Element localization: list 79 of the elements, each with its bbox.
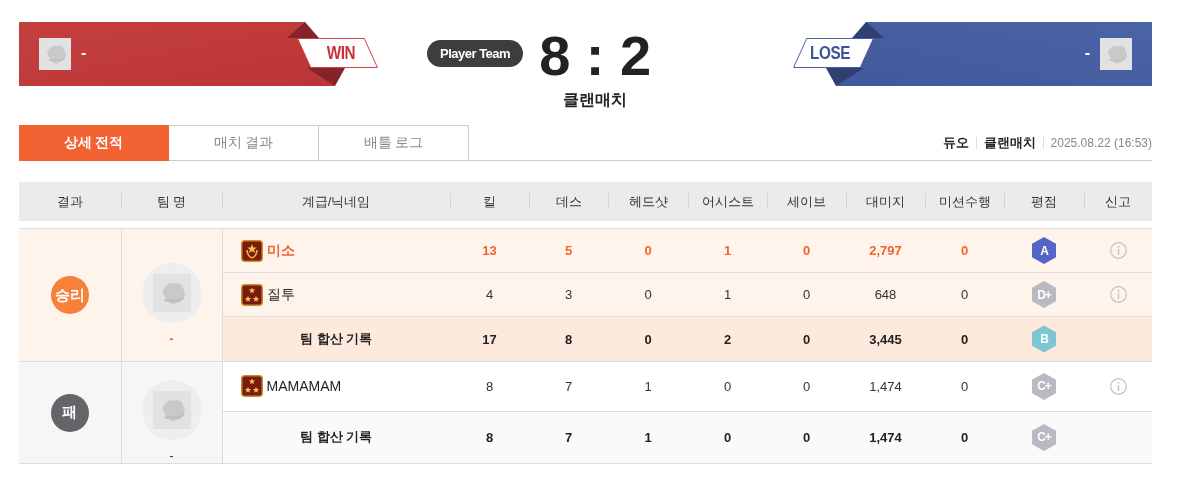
column-header: 계급/닉네임 <box>301 193 371 209</box>
tab[interactable]: 배틀 로그 <box>319 125 469 161</box>
table-cell: 3,445 <box>869 331 902 347</box>
match-date: 2025.08.22 (16:53) <box>1050 135 1152 150</box>
outcome-ribbon: LOSE <box>793 38 874 68</box>
table-cell: 0 <box>802 429 811 445</box>
team-emblem-icon <box>39 38 71 70</box>
info-icon[interactable] <box>1109 377 1127 395</box>
match-mode: 클랜매치 <box>563 90 628 110</box>
player-nickname[interactable]: 질투 <box>266 285 295 304</box>
column-header: 데스 <box>555 193 582 209</box>
match-score: 8 : 2 <box>539 28 652 84</box>
table-cell: 0 <box>802 243 811 258</box>
table-cell: 0 <box>723 378 732 394</box>
table-cell: 8 <box>485 429 494 445</box>
team-emblem-icon <box>1100 38 1132 70</box>
table-cell: 0 <box>960 287 969 302</box>
player-nickname[interactable]: MAMAMAM <box>266 378 342 395</box>
table-cell: 8 <box>485 378 494 394</box>
column-header: 킬 <box>483 193 496 209</box>
match-tag: 듀오 <box>942 133 969 152</box>
table-cell: 5 <box>564 243 573 258</box>
table-cell: 1 <box>723 243 732 258</box>
column-header: 어시스트 <box>701 193 754 209</box>
table-cell: 1,474 <box>869 429 902 445</box>
rank-icon <box>240 283 263 306</box>
table-cell: 0 <box>802 287 811 302</box>
team-emblem-icon <box>141 262 202 323</box>
result-badge: 승리 <box>50 276 89 314</box>
table-cell: 2 <box>723 331 732 347</box>
table-cell: 7 <box>564 429 573 445</box>
total-label: 팀 합산 기록 <box>300 429 373 445</box>
table-cell: 1 <box>644 378 652 394</box>
column-header: 세이브 <box>787 193 826 209</box>
table-cell: 2,797 <box>869 243 902 258</box>
rank-icon <box>240 375 263 398</box>
table-cell: 7 <box>564 378 573 394</box>
outcome-ribbon: WIN <box>297 38 378 68</box>
table-cell: 1 <box>644 429 652 445</box>
column-header: 결과 <box>57 193 83 209</box>
total-label: 팀 합산 기록 <box>300 331 373 346</box>
table-cell: 8 <box>564 331 573 347</box>
table-cell: 0 <box>644 287 652 302</box>
table-cell: 0 <box>960 243 969 258</box>
table-cell: 4 <box>485 287 494 302</box>
column-header: 대미지 <box>866 193 905 209</box>
table-cell: 13 <box>482 243 497 258</box>
table-cell: 1,474 <box>869 378 902 394</box>
column-header: 헤드샷 <box>628 193 668 209</box>
team-name: - <box>169 448 174 463</box>
table-cell: 0 <box>644 243 652 258</box>
table-cell: 3 <box>564 287 573 302</box>
table-cell: 0 <box>960 429 969 445</box>
result-badge: 패 <box>50 393 89 432</box>
team-label: Player Team <box>427 40 524 67</box>
table-cell: 0 <box>802 378 811 394</box>
table-cell: 17 <box>482 331 497 347</box>
table-cell: 0 <box>723 429 732 445</box>
column-header: 팀 명 <box>156 193 187 209</box>
team-name: - <box>81 44 87 62</box>
column-header: 미션수행 <box>938 193 991 209</box>
team-name: - <box>1084 44 1090 62</box>
tab[interactable]: 매치 결과 <box>169 125 319 161</box>
tab[interactable]: 상세 전적 <box>19 125 169 161</box>
match-tag: 클랜매치 <box>983 133 1036 152</box>
team-name: - <box>169 330 174 346</box>
rank-icon <box>240 239 263 262</box>
table-cell: 648 <box>874 287 897 302</box>
team-emblem-icon <box>141 380 202 440</box>
table-cell: 0 <box>802 331 811 347</box>
table-cell: 0 <box>960 331 969 347</box>
column-header: 신고 <box>1105 193 1131 209</box>
table-cell: 0 <box>644 331 652 347</box>
info-icon[interactable] <box>1109 242 1127 259</box>
table-cell: 1 <box>723 287 732 302</box>
info-icon[interactable] <box>1109 286 1127 303</box>
column-header: 평점 <box>1031 193 1057 209</box>
table-cell: 0 <box>960 378 969 394</box>
player-nickname[interactable]: 미소 <box>266 241 295 260</box>
